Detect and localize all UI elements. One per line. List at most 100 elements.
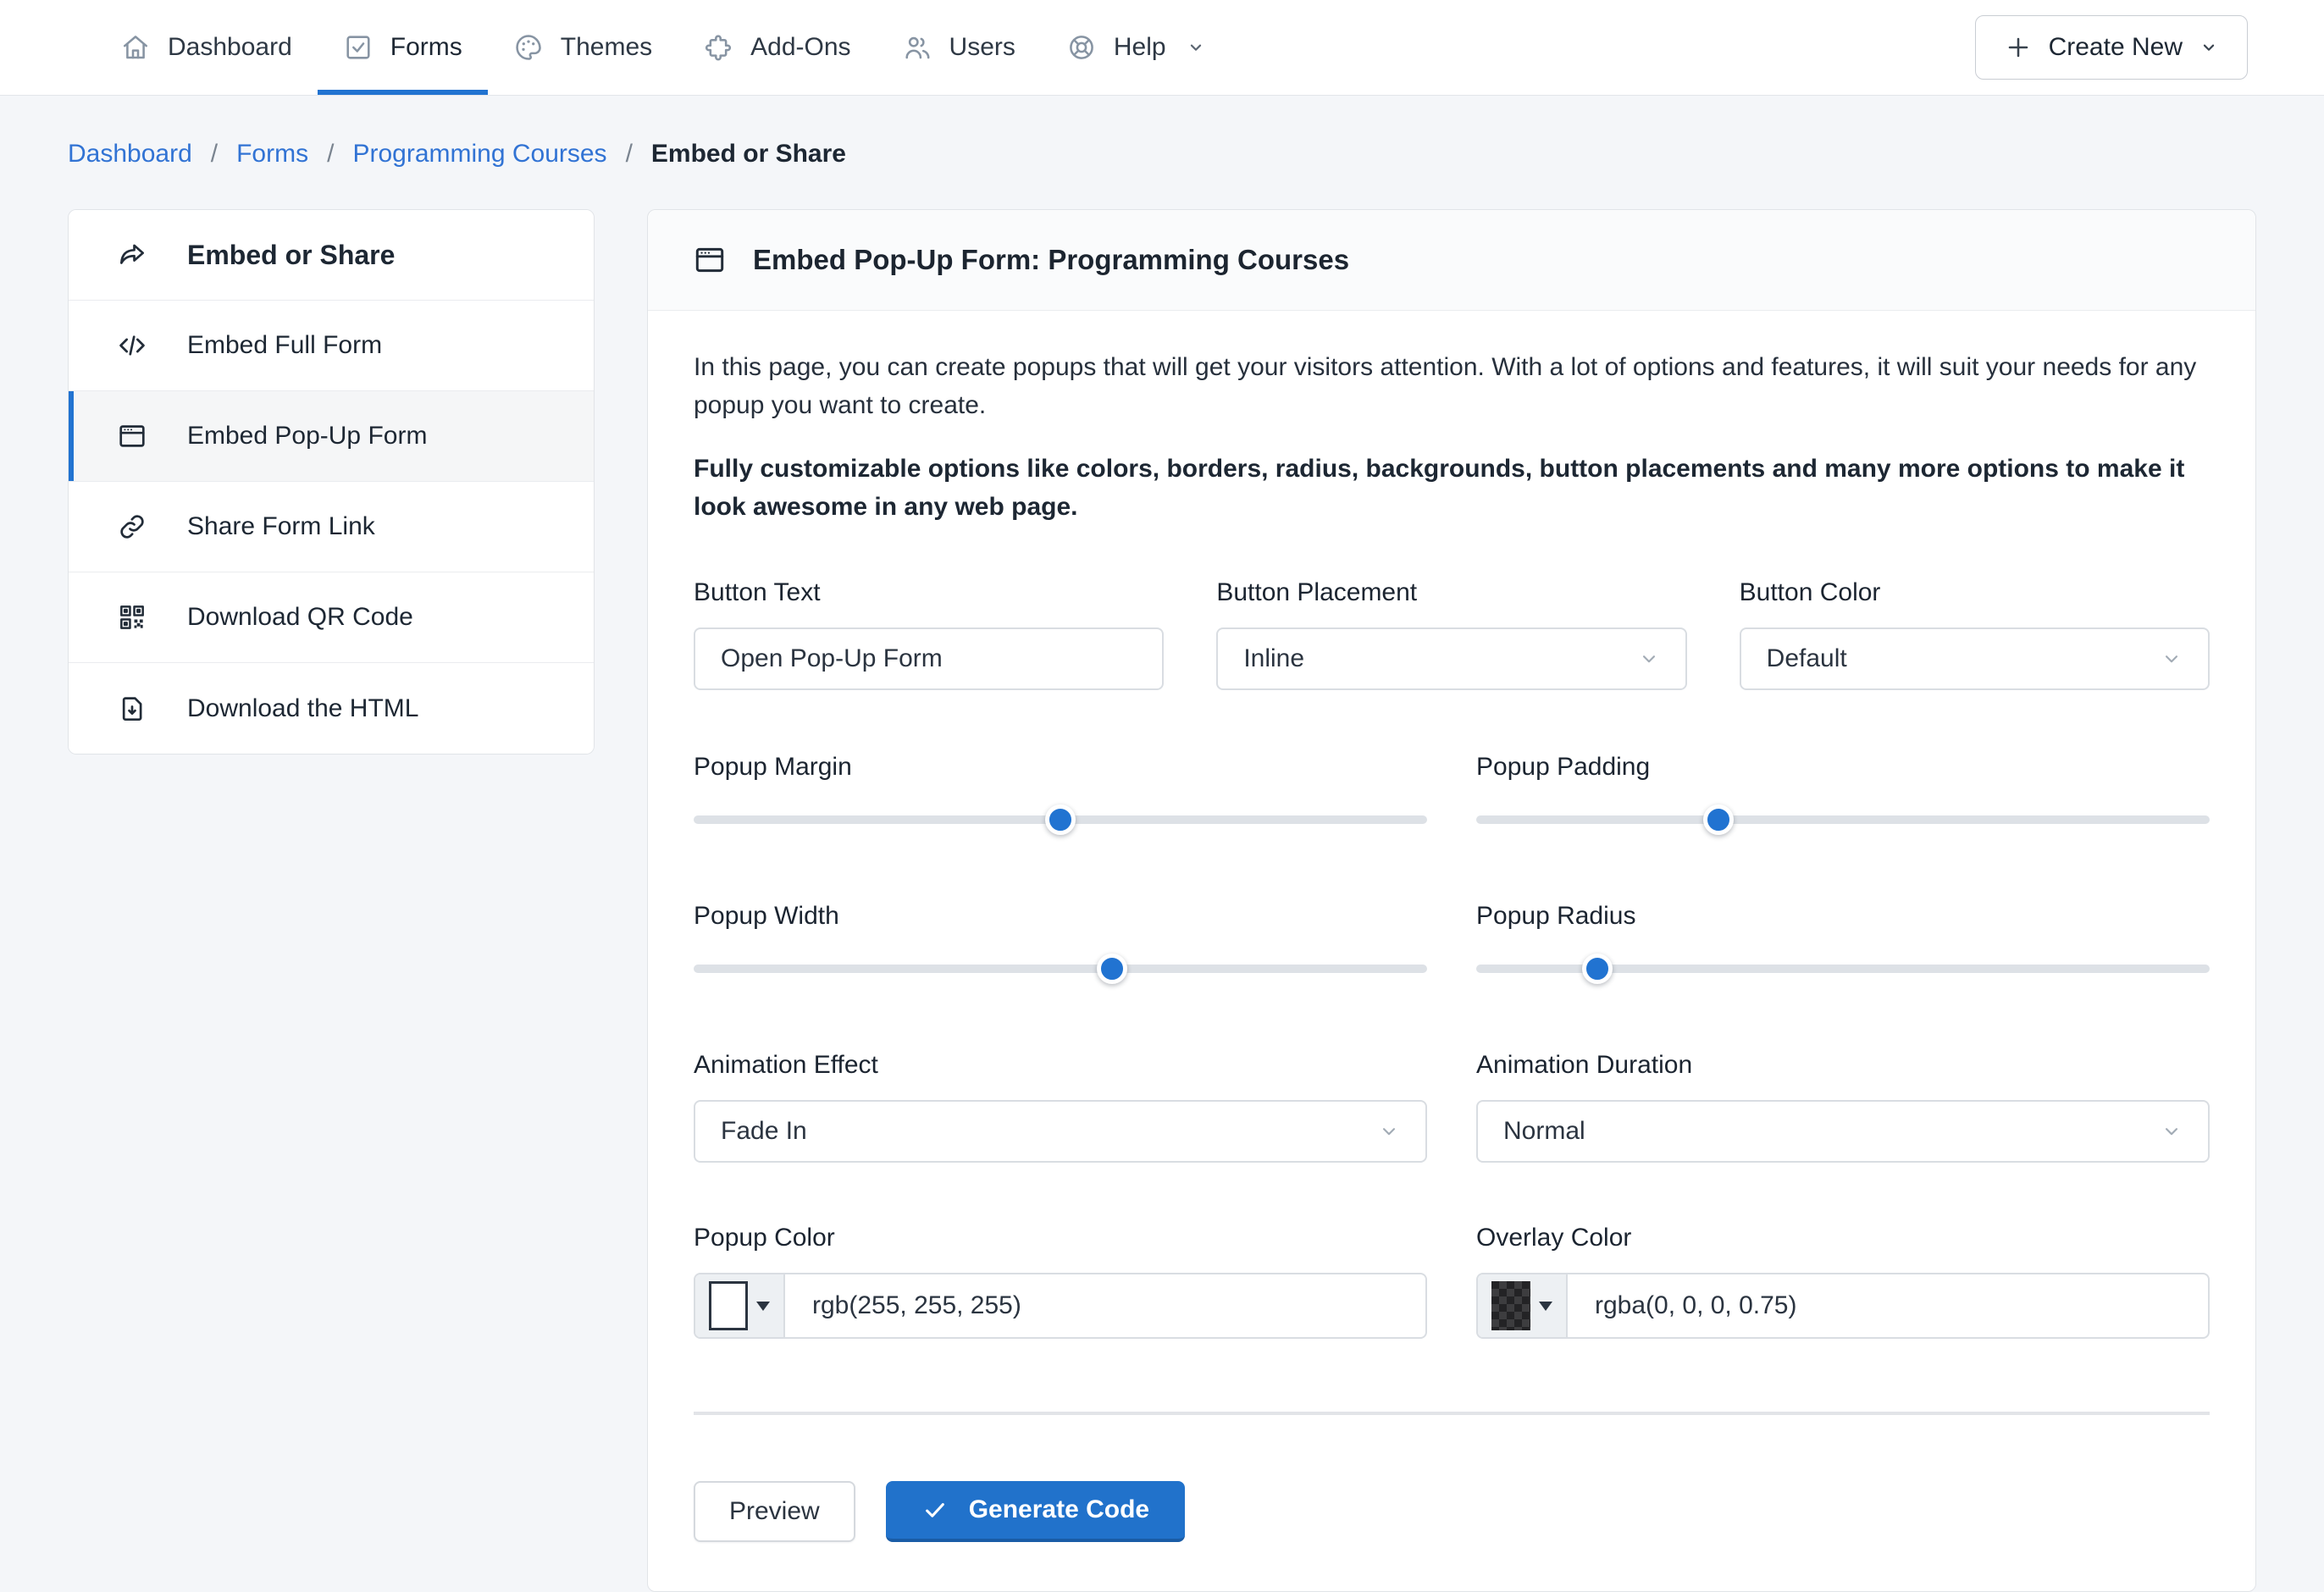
popup-width-slider[interactable] — [694, 965, 1427, 973]
breadcrumb-separator: / — [626, 140, 633, 169]
overlay-color-value[interactable]: rgba(0, 0, 0, 0.75) — [1568, 1274, 1796, 1337]
check-icon — [921, 1496, 949, 1523]
breadcrumb-link-programming-courses[interactable]: Programming Courses — [352, 140, 606, 169]
section-divider — [694, 1412, 2210, 1415]
main-nav: Dashboard Forms Themes Add-Ons Users — [95, 0, 1231, 95]
nav-item-users[interactable]: Users — [877, 0, 1041, 95]
selected-value: Inline — [1243, 644, 1304, 673]
embed-sidebar: Embed or Share Embed Full Form Embed Pop… — [68, 209, 595, 755]
popup-radius-slider[interactable] — [1476, 965, 2210, 973]
overlay-color-label: Overlay Color — [1476, 1224, 2210, 1252]
nav-item-forms[interactable]: Forms — [318, 0, 488, 95]
preview-button[interactable]: Preview — [694, 1481, 855, 1542]
caret-down-icon — [756, 1302, 770, 1311]
popup-color-control: rgb(255, 255, 255) — [694, 1273, 1427, 1339]
popup-color-group: Popup Color rgb(255, 255, 255) — [694, 1224, 1427, 1339]
nav-item-dashboard[interactable]: Dashboard — [95, 0, 318, 95]
animation-duration-label: Animation Duration — [1476, 1051, 2210, 1080]
selected-value: Normal — [1503, 1117, 1585, 1146]
chevron-down-icon — [2200, 38, 2218, 57]
top-navbar: Dashboard Forms Themes Add-Ons Users — [0, 0, 2324, 96]
link-icon — [116, 511, 148, 543]
popup-color-label: Popup Color — [694, 1224, 1427, 1252]
nav-label: Forms — [390, 33, 462, 62]
sidebar-item-embed-popup-form[interactable]: Embed Pop-Up Form — [69, 391, 594, 482]
sidebar-item-label: Download QR Code — [187, 603, 413, 632]
sidebar-item-embed-or-share[interactable]: Embed or Share — [69, 210, 594, 301]
popup-margin-slider[interactable] — [694, 815, 1427, 824]
file-download-icon — [116, 693, 148, 725]
nav-label: Users — [949, 33, 1015, 62]
nav-item-themes[interactable]: Themes — [488, 0, 678, 95]
button-text-field-group: Button Text — [694, 578, 1164, 690]
popup-margin-group: Popup Margin — [694, 753, 1427, 824]
slider-thumb[interactable] — [1703, 804, 1734, 835]
sidebar-item-label: Embed Full Form — [187, 331, 382, 360]
sidebar-item-share-form-link[interactable]: Share Form Link — [69, 482, 594, 572]
caret-down-icon — [1539, 1302, 1552, 1311]
slider-thumb[interactable] — [1582, 954, 1613, 984]
overlay-color-swatch-button[interactable] — [1478, 1274, 1568, 1337]
share-icon — [116, 239, 148, 271]
sidebar-item-download-qr-code[interactable]: Download QR Code — [69, 572, 594, 663]
popup-padding-slider[interactable] — [1476, 815, 2210, 824]
popup-window-icon — [692, 242, 728, 278]
panel-header: Embed Pop-Up Form: Programming Courses — [648, 210, 2255, 311]
overlay-color-control: rgba(0, 0, 0, 0.75) — [1476, 1273, 2210, 1339]
sidebar-item-label: Embed or Share — [187, 240, 395, 271]
create-new-button[interactable]: Create New — [1975, 15, 2248, 80]
width-radius-row: Popup Width Popup Radius — [694, 902, 2210, 973]
breadcrumb-separator: / — [211, 140, 218, 169]
chevron-down-icon — [1638, 648, 1660, 670]
animation-row: Animation Effect Fade In Animation Durat… — [694, 1051, 2210, 1163]
sidebar-item-embed-full-form[interactable]: Embed Full Form — [69, 301, 594, 391]
nav-label: Themes — [561, 33, 652, 62]
sidebar-item-download-the-html[interactable]: Download the HTML — [69, 663, 594, 754]
popup-color-value[interactable]: rgb(255, 255, 255) — [785, 1274, 1021, 1337]
generate-code-label: Generate Code — [969, 1495, 1149, 1524]
nav-label: Dashboard — [168, 33, 292, 62]
home-icon — [120, 32, 151, 63]
overlay-color-group: Overlay Color rgba(0, 0, 0, 0.75) — [1476, 1224, 2210, 1339]
slider-thumb[interactable] — [1097, 954, 1127, 984]
chevron-down-icon — [1378, 1120, 1400, 1142]
sidebar-item-label: Download the HTML — [187, 694, 418, 723]
button-color-field-group: Button Color Default — [1740, 578, 2210, 690]
popup-window-icon — [116, 420, 148, 452]
breadcrumb: Dashboard / Forms / Programming Courses … — [0, 96, 2324, 169]
nav-item-help[interactable]: Help — [1041, 0, 1231, 95]
sidebar-item-label: Embed Pop-Up Form — [187, 422, 427, 451]
popup-padding-group: Popup Padding — [1476, 753, 2210, 824]
popup-width-label: Popup Width — [694, 902, 1427, 931]
button-options-row: Button Text Button Placement Inline Butt… — [694, 578, 2210, 690]
button-text-input[interactable] — [694, 627, 1164, 690]
actions-row: Preview Generate Code — [694, 1481, 2210, 1542]
popup-radius-group: Popup Radius — [1476, 902, 2210, 973]
selected-value: Fade In — [721, 1117, 807, 1146]
animation-effect-select[interactable]: Fade In — [694, 1100, 1427, 1163]
selected-value: Default — [1767, 644, 1847, 673]
breadcrumb-link-dashboard[interactable]: Dashboard — [68, 140, 192, 169]
page-title: Embed Pop-Up Form: Programming Courses — [753, 244, 1349, 276]
intro-text-bold: Fully customizable options like colors, … — [694, 450, 2210, 526]
color-swatch — [1491, 1281, 1530, 1330]
slider-thumb[interactable] — [1045, 804, 1076, 835]
animation-duration-group: Animation Duration Normal — [1476, 1051, 2210, 1163]
breadcrumb-link-forms[interactable]: Forms — [236, 140, 308, 169]
nav-label: Help — [1114, 33, 1166, 62]
sidebar-item-label: Share Form Link — [187, 512, 375, 541]
nav-item-addons[interactable]: Add-Ons — [678, 0, 876, 95]
button-placement-field-group: Button Placement Inline — [1216, 578, 1686, 690]
generate-code-button[interactable]: Generate Code — [886, 1481, 1185, 1542]
button-placement-select[interactable]: Inline — [1216, 627, 1686, 690]
button-placement-label: Button Placement — [1216, 578, 1686, 607]
popup-padding-label: Popup Padding — [1476, 753, 2210, 782]
animation-duration-select[interactable]: Normal — [1476, 1100, 2210, 1163]
button-color-select[interactable]: Default — [1740, 627, 2210, 690]
panel-body: In this page, you can create popups that… — [648, 311, 2255, 1591]
users-icon — [902, 32, 932, 63]
popup-color-swatch-button[interactable] — [695, 1274, 785, 1337]
chevron-down-icon — [1187, 38, 1205, 57]
color-swatch — [709, 1281, 748, 1330]
page-content: Embed or Share Embed Full Form Embed Pop… — [0, 169, 2324, 1592]
